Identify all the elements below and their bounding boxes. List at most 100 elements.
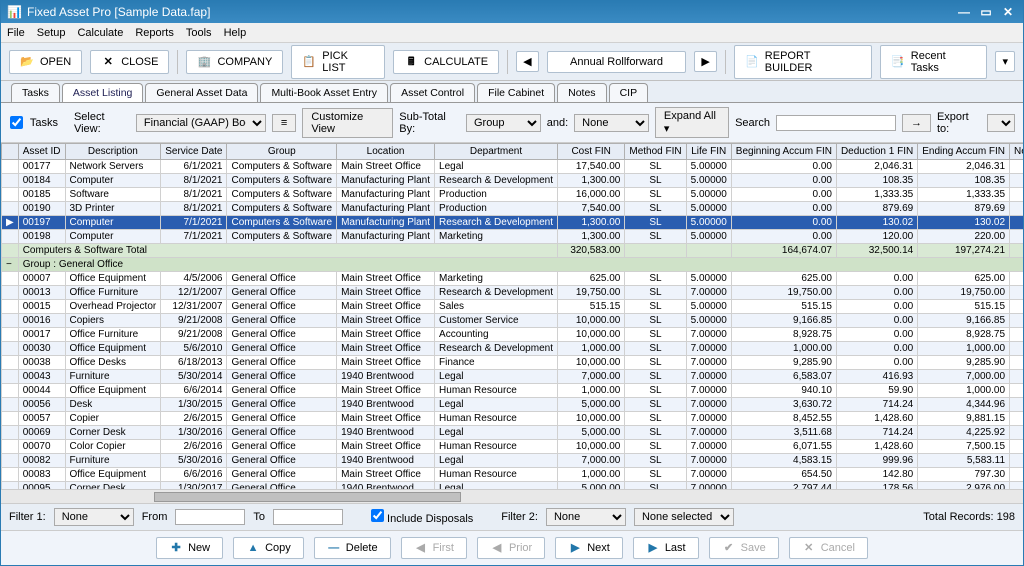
- close-button[interactable]: ✕: [999, 5, 1017, 19]
- new-button[interactable]: ✚New: [156, 537, 223, 559]
- table-row[interactable]: 00184 Computer 8/1/2021 Computers & Soft…: [2, 174, 1024, 188]
- picklist-button[interactable]: 📋PICK LIST: [291, 45, 385, 79]
- menu-tools[interactable]: Tools: [186, 27, 212, 39]
- column-header[interactable]: Asset ID: [18, 144, 65, 160]
- table-row[interactable]: 00013 Office Furniture 12/1/2007 General…: [2, 286, 1024, 300]
- menu-calculate[interactable]: Calculate: [77, 27, 123, 39]
- table-row[interactable]: 00016 Copiers 9/21/2008 General Office M…: [2, 314, 1024, 328]
- table-row[interactable]: 00017 Office Furniture 9/21/2008 General…: [2, 328, 1024, 342]
- open-button[interactable]: 📂OPEN: [9, 50, 82, 74]
- include-disposals-checkbox[interactable]: [371, 509, 384, 522]
- prior-button[interactable]: ◀Prior: [477, 537, 545, 559]
- cancel-button[interactable]: ✕Cancel: [789, 537, 868, 559]
- column-header[interactable]: Description: [65, 144, 161, 160]
- filter1-dropdown[interactable]: None: [54, 508, 134, 526]
- tasks-checkbox[interactable]: [9, 116, 24, 129]
- tab-multi-book[interactable]: Multi-Book Asset Entry: [260, 83, 388, 102]
- table-row[interactable]: 00095 Corner Desk 1/30/2017 General Offi…: [2, 482, 1024, 490]
- table-row[interactable]: 00069 Corner Desk 1/30/2016 General Offi…: [2, 426, 1024, 440]
- recent-tasks-button[interactable]: 📑Recent Tasks: [880, 45, 988, 79]
- table-row[interactable]: 00082 Furniture 5/30/2016 General Office…: [2, 454, 1024, 468]
- save-button[interactable]: ✔Save: [709, 537, 779, 559]
- column-header[interactable]: Method FIN: [625, 144, 686, 160]
- menu-file[interactable]: File: [7, 27, 25, 39]
- column-header[interactable]: Beginning Accum FIN: [731, 144, 836, 160]
- horizontal-scrollbar[interactable]: [1, 489, 1023, 503]
- tab-asset-control[interactable]: Asset Control: [390, 83, 475, 102]
- first-button[interactable]: ◀First: [401, 537, 467, 559]
- table-row[interactable]: 00177 Network Servers 6/1/2021 Computers…: [2, 160, 1024, 174]
- column-header[interactable]: Deduction 1 FIN: [836, 144, 917, 160]
- delete-button[interactable]: —Delete: [314, 537, 391, 559]
- column-header[interactable]: Department: [435, 144, 558, 160]
- close-file-button[interactable]: ✕CLOSE: [90, 50, 169, 74]
- table-row[interactable]: 00015 Overhead Projector 12/31/2007 Gene…: [2, 300, 1024, 314]
- maximize-button[interactable]: ▭: [977, 5, 995, 19]
- cell-begin: 0.00: [731, 174, 836, 188]
- menu-reports[interactable]: Reports: [135, 27, 174, 39]
- table-row[interactable]: 00083 Office Equipment 6/6/2016 General …: [2, 468, 1024, 482]
- expand-all-button[interactable]: Expand All ▾: [655, 107, 729, 138]
- selectview-dropdown[interactable]: Financial (GAAP) Book: [136, 114, 266, 132]
- from-input[interactable]: [175, 509, 245, 525]
- menu-help[interactable]: Help: [224, 27, 247, 39]
- menu-setup[interactable]: Setup: [37, 27, 66, 39]
- export-dropdown[interactable]: [987, 114, 1015, 132]
- table-row[interactable]: 00056 Desk 1/30/2015 General Office 1940…: [2, 398, 1024, 412]
- table-row[interactable]: ▶ 00197 Computer 7/1/2021 Computers & So…: [2, 216, 1024, 230]
- column-header[interactable]: Cost FIN: [557, 144, 624, 160]
- cell-method: SL: [625, 426, 686, 440]
- minimize-button[interactable]: —: [955, 5, 973, 19]
- cell-begin: 625.00: [731, 272, 836, 286]
- to-input[interactable]: [273, 509, 343, 525]
- copy-button[interactable]: ▲Copy: [233, 537, 304, 559]
- tab-tasks[interactable]: Tasks: [11, 83, 60, 102]
- table-row[interactable]: 00070 Color Copier 2/6/2016 General Offi…: [2, 440, 1024, 454]
- report-builder-button[interactable]: 📄REPORT BUILDER: [734, 45, 872, 79]
- rollforward-prev[interactable]: ◀: [516, 51, 538, 72]
- column-header[interactable]: Group: [227, 144, 337, 160]
- column-header[interactable]: Service Date: [161, 144, 227, 160]
- tab-cip[interactable]: CIP: [609, 83, 649, 102]
- column-header[interactable]: Life FIN: [686, 144, 731, 160]
- cell-cost: 1,000.00: [557, 384, 624, 398]
- table-row[interactable]: 00190 3D Printer 8/1/2021 Computers & So…: [2, 202, 1024, 216]
- customize-view-button[interactable]: Customize View: [302, 108, 393, 138]
- table-row[interactable]: 00030 Office Equipment 5/6/2010 General …: [2, 342, 1024, 356]
- calculate-button[interactable]: 🖩CALCULATE: [393, 50, 499, 74]
- table-row[interactable]: 00043 Furniture 5/30/2014 General Office…: [2, 370, 1024, 384]
- filter2-dropdown[interactable]: None: [546, 508, 626, 526]
- group-header-row[interactable]: −Group : General Office: [2, 258, 1024, 272]
- rollforward-next[interactable]: ▶: [694, 51, 716, 72]
- table-row[interactable]: 00007 Office Equipment 4/5/2006 General …: [2, 272, 1024, 286]
- column-header[interactable]: Net Book Value FIN: [1010, 144, 1023, 160]
- search-go-button[interactable]: →: [902, 114, 931, 132]
- asset-grid-wrapper[interactable]: Asset IDDescriptionService DateGroupLoca…: [1, 143, 1023, 489]
- next-button[interactable]: ▶Next: [555, 537, 623, 559]
- cell-assetid: 00015: [18, 300, 65, 314]
- tab-asset-listing[interactable]: Asset Listing: [62, 83, 144, 102]
- tab-general-asset-data[interactable]: General Asset Data: [145, 83, 258, 102]
- tab-file-cabinet[interactable]: File Cabinet: [477, 83, 555, 102]
- rollforward-select[interactable]: Annual Rollforward: [547, 51, 687, 73]
- view-config-button[interactable]: ≡: [272, 114, 296, 132]
- tab-notes[interactable]: Notes: [557, 83, 606, 102]
- table-row[interactable]: 00198 Computer 7/1/2021 Computers & Soft…: [2, 230, 1024, 244]
- cell-ded: 0.00: [836, 342, 917, 356]
- cell-nbv: 655.04: [1010, 398, 1023, 412]
- cell-date: 2/6/2016: [161, 440, 227, 454]
- next-label: Next: [587, 542, 610, 554]
- table-row[interactable]: 00185 Software 8/1/2021 Computers & Soft…: [2, 188, 1024, 202]
- table-row[interactable]: 00057 Copier 2/6/2015 General Office Mai…: [2, 412, 1024, 426]
- column-header[interactable]: Ending Accum FIN: [918, 144, 1010, 160]
- table-row[interactable]: 00038 Office Desks 6/18/2013 General Off…: [2, 356, 1024, 370]
- subtotal-dropdown[interactable]: Group: [466, 114, 541, 132]
- last-button[interactable]: ▶Last: [633, 537, 699, 559]
- subtotal2-dropdown[interactable]: None: [574, 114, 649, 132]
- filter2-value-dropdown[interactable]: None selected: [634, 508, 734, 526]
- search-input[interactable]: [776, 115, 896, 131]
- recent-dropdown[interactable]: ▾: [995, 51, 1015, 72]
- column-header[interactable]: Location: [337, 144, 435, 160]
- table-row[interactable]: 00044 Office Equipment 6/6/2014 General …: [2, 384, 1024, 398]
- company-button[interactable]: 🏢COMPANY: [186, 50, 283, 74]
